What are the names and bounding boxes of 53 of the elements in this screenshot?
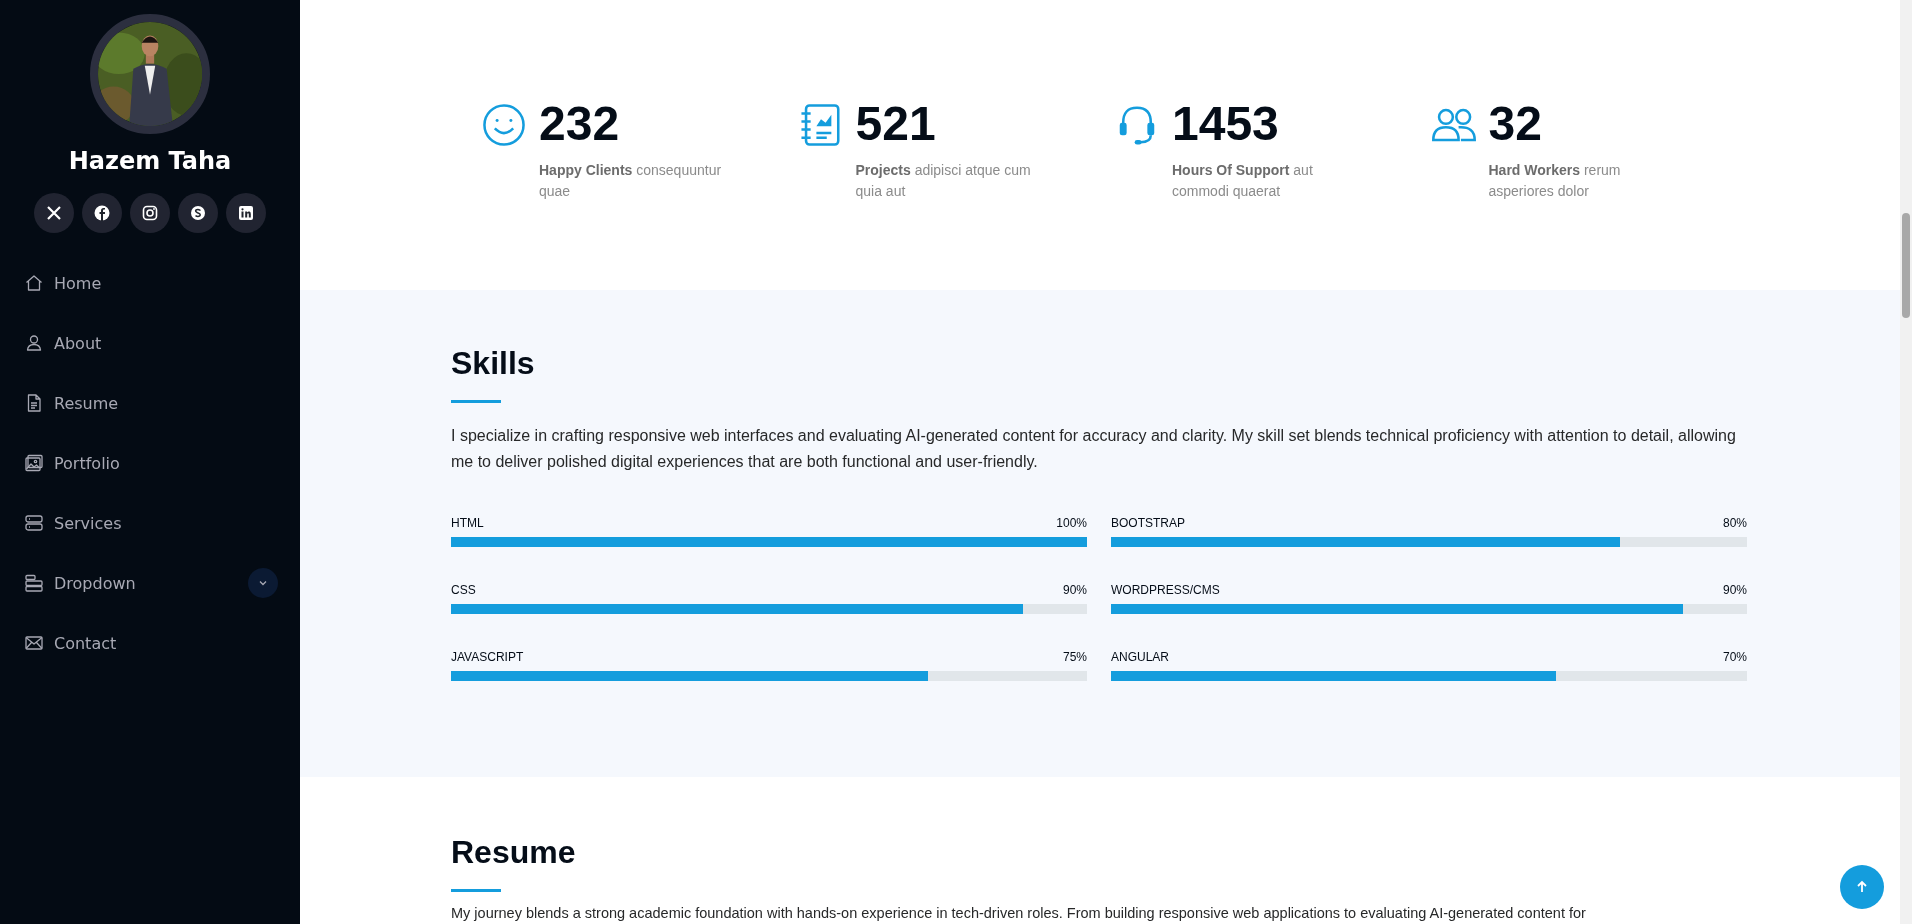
stat-number: 232 — [539, 98, 621, 150]
skill-name: ANGULAR — [1111, 650, 1169, 664]
dropdown-toggle[interactable] — [248, 568, 278, 598]
instagram-icon — [142, 205, 158, 221]
skill-percent: 100% — [1056, 516, 1087, 530]
skill-percent: 90% — [1722, 583, 1747, 597]
linkedin-link[interactable] — [226, 193, 266, 233]
skype-icon — [190, 205, 206, 221]
skill-percent: 75% — [1062, 650, 1087, 664]
section-description: I specialize in crafting responsive web interfaces and evaluating AI-generated content for accuracy and clarity. My skill set blends technical proficiency with attention to detail, allowing me to deliver polished digital experiences that are both functional and user-friendly. — [451, 426, 1737, 472]
skill-name: WORDPRESS/CMS — [1111, 583, 1220, 597]
x-logo-icon — [46, 205, 62, 221]
server-icon — [24, 513, 44, 533]
skill-percent: 90% — [1062, 583, 1087, 597]
nav-link[interactable]: Portfolio — [24, 433, 278, 493]
section-description: My journey blends a strong academic foundation with hands-on experience in tech-driven roles. From building responsive web applications to evaluating AI-generated content for — [451, 904, 1587, 922]
section-title: Resume — [451, 834, 577, 871]
skill-name: HTML — [451, 516, 484, 530]
stack-icon — [24, 573, 44, 593]
nav-link[interactable]: Services — [24, 493, 278, 553]
scrollbar[interactable] — [1900, 0, 1912, 924]
nav-link[interactable]: Contact — [24, 613, 278, 673]
stat-caption: Hard Workers rerum asperiores dolor — [1488, 161, 1622, 201]
x-link[interactable] — [34, 193, 74, 233]
skill-percent: 70% — [1722, 650, 1747, 664]
skill-percent: 80% — [1722, 516, 1747, 530]
home-icon — [24, 273, 44, 293]
stat-caption: Projects adipisci atque cum quia aut — [855, 161, 1032, 201]
facebook-link[interactable] — [82, 193, 122, 233]
nav-link[interactable]: Home — [24, 253, 278, 313]
scrollbar-thumb[interactable] — [1902, 213, 1910, 318]
nav-link[interactable]: Dropdown — [24, 553, 278, 613]
section-title: Skills — [451, 345, 536, 382]
skype-link[interactable] — [178, 193, 218, 233]
stat-number: 1453 — [1172, 98, 1280, 150]
linkedin-icon — [238, 205, 254, 221]
smiley-icon — [481, 102, 527, 148]
skill-name: BOOTSTRAP — [1111, 516, 1185, 530]
profile-name: Hazem Taha — [68, 147, 232, 175]
nav-link[interactable]: Resume — [24, 373, 278, 433]
stat-caption: Happy Clients consequuntur quae — [539, 161, 723, 201]
stat-caption: Hours Of Support aut commodi quaerat — [1172, 161, 1314, 201]
person-icon — [24, 333, 44, 353]
skill-name: JAVASCRIPT — [451, 650, 524, 664]
back-to-top-button[interactable] — [1840, 865, 1884, 909]
stat-number: 521 — [855, 98, 937, 150]
stat-number: 32 — [1488, 98, 1543, 150]
nav-link[interactable]: About — [24, 313, 278, 373]
instagram-link[interactable] — [130, 193, 170, 233]
envelope-icon — [24, 633, 44, 653]
skill-name: CSS — [451, 583, 476, 597]
facebook-icon — [94, 205, 110, 221]
images-icon — [24, 453, 44, 473]
